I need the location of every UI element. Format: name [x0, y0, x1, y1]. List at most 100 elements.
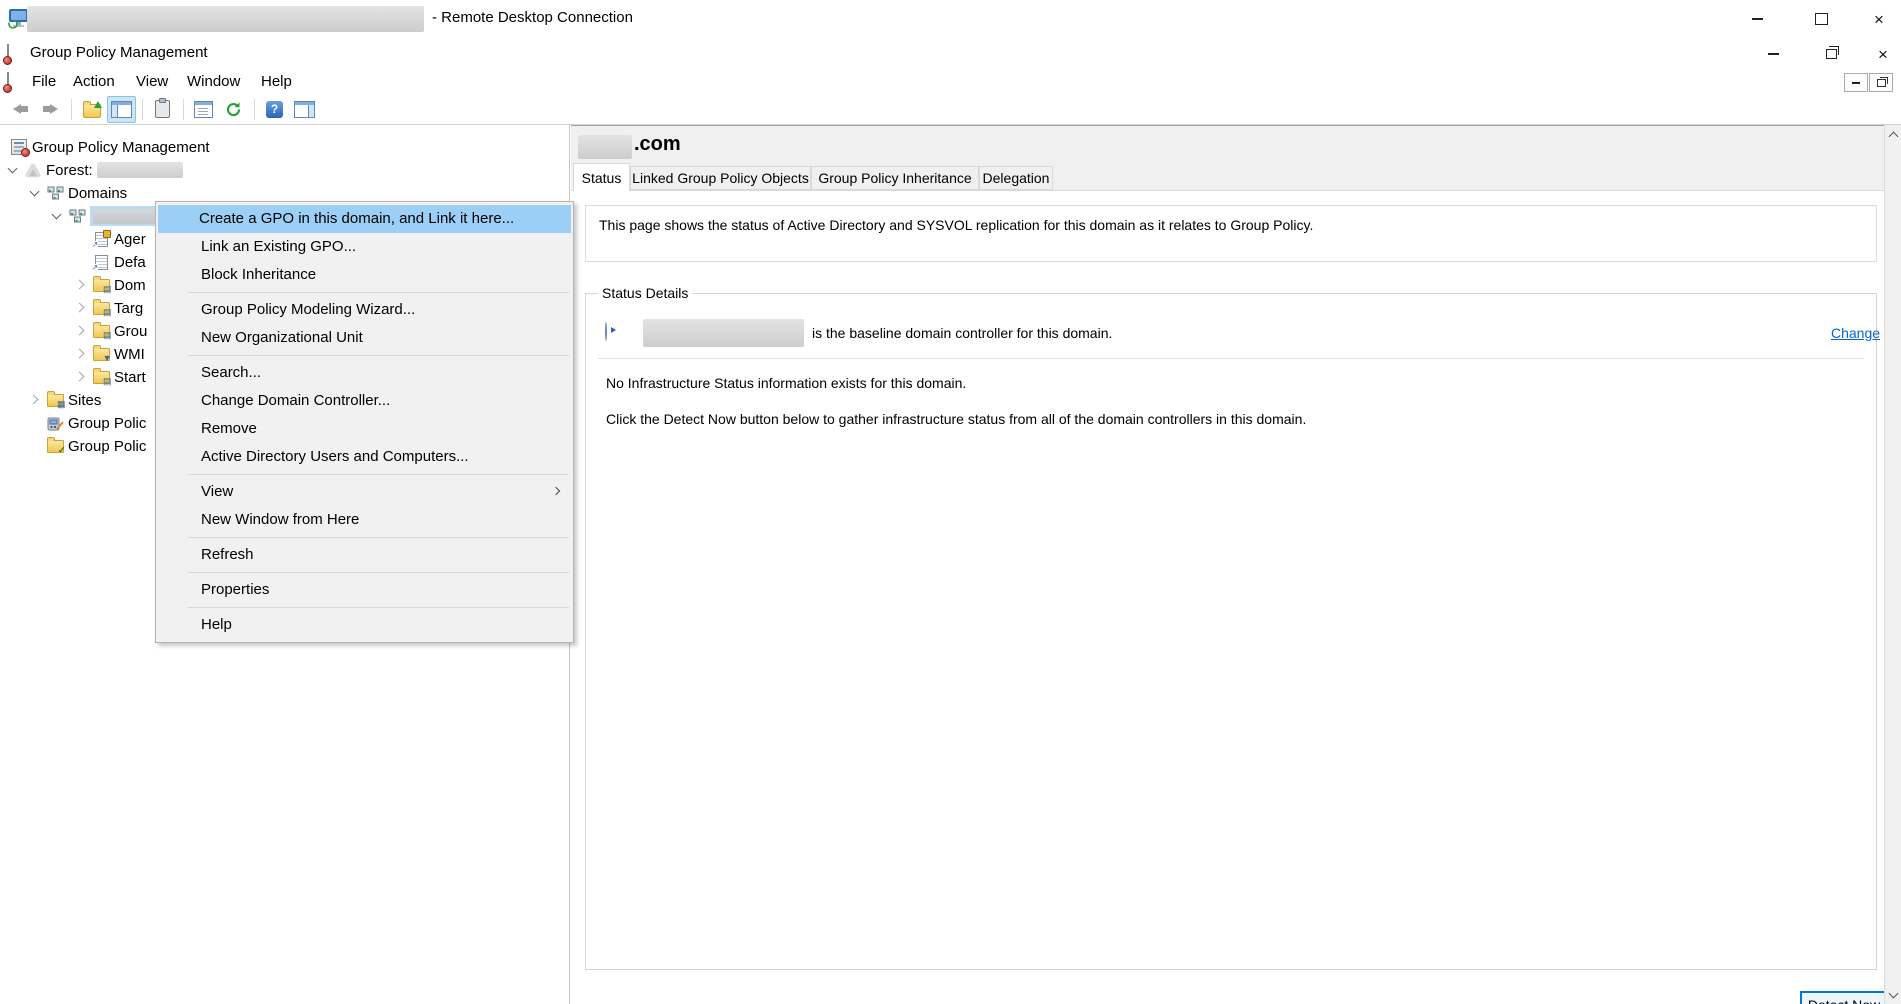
gpo-folder-icon: [92, 321, 112, 340]
toolbar-separator: [183, 98, 184, 120]
tree-item-gpmc-root[interactable]: Group Policy Management: [0, 136, 210, 158]
menu-item-link-existing-gpo[interactable]: Link an Existing GPO...: [158, 233, 571, 261]
remote-desktop-window: - Remote Desktop Connection × Group Poli…: [0, 0, 1901, 1004]
menu-item-gp-modeling-wizard[interactable]: Group Policy Modeling Wizard...: [158, 296, 571, 324]
menu-separator: [188, 292, 569, 293]
collapse-chevron[interactable]: [74, 278, 88, 292]
baseline-dc-text: is the baseline domain controller for th…: [812, 325, 1113, 341]
rdp-close-button[interactable]: ×: [1864, 6, 1894, 32]
menu-item-create-gpo[interactable]: Create a GPO in this domain, and Link it…: [158, 205, 571, 233]
toolbar-separator: [254, 98, 255, 120]
tree-item-label: Forest:: [46, 161, 93, 179]
tree-item-label: Group Polic: [68, 437, 147, 455]
up-one-level-button[interactable]: [77, 96, 106, 123]
collapse-chevron[interactable]: [74, 370, 88, 384]
submenu-arrow-icon: [553, 487, 561, 495]
menu-item-new-window-from-here[interactable]: New Window from Here: [158, 506, 571, 534]
back-button[interactable]: [6, 96, 35, 123]
tree-item-starter-gpos[interactable]: Start: [0, 366, 146, 388]
gpo-link-icon: [91, 254, 110, 272]
refresh-button[interactable]: [219, 96, 248, 123]
tree-item-domains[interactable]: Domains: [0, 182, 127, 204]
app-minimize-button[interactable]: [1758, 41, 1788, 67]
tree-item-ou-2[interactable]: Targ: [0, 297, 143, 319]
rdp-minimize-button[interactable]: [1742, 6, 1772, 32]
change-dc-link[interactable]: Change: [1831, 325, 1880, 341]
scroll-down-button[interactable]: [1885, 986, 1901, 1003]
vertical-scrollbar[interactable]: [1884, 125, 1901, 1004]
tree-item-forest[interactable]: Forest:: [0, 159, 183, 181]
menu-item-refresh[interactable]: Refresh: [158, 541, 571, 569]
toolbar-separator: [71, 98, 72, 120]
status-expand-button[interactable]: [605, 322, 607, 341]
collapse-chevron[interactable]: [74, 301, 88, 315]
tree-item-gpo-container[interactable]: Grou: [0, 320, 147, 342]
gpo-link-lock-icon: [91, 229, 111, 249]
collapse-chevron[interactable]: [74, 347, 88, 361]
tab-delegation[interactable]: Delegation: [979, 166, 1053, 190]
app-restore-button[interactable]: [1816, 41, 1846, 67]
menu-item-ad-users-and-computers[interactable]: Active Directory Users and Computers...: [158, 443, 571, 471]
menu-item-block-inheritance[interactable]: Block Inheritance: [158, 261, 571, 289]
help-button[interactable]: [260, 96, 289, 123]
tree-item-ou-1[interactable]: Dom: [0, 274, 146, 296]
starter-gpo-folder-icon: [92, 367, 112, 386]
tree-item-gpo-link-2[interactable]: Defa: [0, 251, 146, 273]
tree-item-gp-results[interactable]: Group Polic: [0, 435, 146, 457]
expand-chevron[interactable]: [50, 209, 64, 223]
menu-view[interactable]: View: [127, 69, 177, 94]
export-list-button[interactable]: [148, 96, 177, 123]
menu-separator: [188, 355, 569, 356]
menu-item-change-domain-controller[interactable]: Change Domain Controller...: [158, 387, 571, 415]
forward-button[interactable]: [36, 96, 65, 123]
gpmc-icon: [10, 139, 30, 157]
tree-item-label: Group Polic: [68, 414, 147, 432]
maximize-icon: [1814, 13, 1828, 25]
status-details-label: Status Details: [598, 285, 693, 301]
properties-button[interactable]: [189, 96, 218, 123]
child-minimize-button[interactable]: [1844, 73, 1868, 92]
menu-item-view[interactable]: View: [158, 478, 571, 506]
menu-action[interactable]: Action: [64, 69, 124, 94]
minimize-icon: [1852, 81, 1860, 84]
rdp-maximize-button[interactable]: [1806, 6, 1836, 32]
close-icon: ×: [1874, 9, 1884, 29]
menu-item-search[interactable]: Search...: [158, 359, 571, 387]
expand-chevron[interactable]: [28, 186, 42, 200]
show-action-pane-button[interactable]: [290, 96, 319, 123]
forest-name-redacted: [96, 162, 183, 178]
app-close-button[interactable]: ×: [1868, 41, 1898, 67]
tab-status[interactable]: Status: [573, 163, 630, 191]
tab-linked-gpos[interactable]: Linked Group Policy Objects: [630, 166, 811, 190]
menu-item-help[interactable]: Help: [158, 611, 571, 639]
expand-chevron[interactable]: [6, 163, 20, 177]
detect-now-button[interactable]: Detect Now: [1800, 991, 1888, 1004]
tree-item-label: Defa: [114, 253, 146, 271]
tree-item-wmi-filters[interactable]: WMI: [0, 343, 145, 365]
collapse-chevron[interactable]: [28, 393, 42, 407]
minimize-icon: [1751, 18, 1763, 20]
menubar: File Action View Window Help: [0, 69, 1901, 94]
menu-file[interactable]: File: [23, 69, 65, 94]
tab-gp-inheritance[interactable]: Group Policy Inheritance: [811, 166, 979, 190]
collapse-chevron[interactable]: [74, 324, 88, 338]
child-restore-button[interactable]: [1869, 73, 1893, 92]
menu-item-new-organizational-unit[interactable]: New Organizational Unit: [158, 324, 571, 352]
menu-item-properties[interactable]: Properties: [158, 576, 571, 604]
tree-item-label: Start: [114, 368, 146, 386]
menu-item-remove[interactable]: Remove: [158, 415, 571, 443]
tree-item-label: Targ: [114, 299, 144, 317]
scroll-up-button[interactable]: [1885, 126, 1901, 143]
close-icon: ×: [1878, 44, 1888, 64]
menu-window[interactable]: Window: [178, 69, 249, 94]
tree-item-gpo-link-1[interactable]: Ager: [0, 228, 146, 250]
tree-item-gp-modeling[interactable]: Group Polic: [0, 412, 146, 434]
help-icon: [266, 100, 283, 118]
tree-item-label: Ager: [114, 230, 146, 248]
tree-item-domain-selected[interactable]: [0, 205, 162, 227]
tree-item-sites[interactable]: Sites: [0, 389, 101, 411]
gp-results-icon: [46, 436, 65, 455]
sites-folder-icon: [46, 390, 66, 409]
show-console-tree-button[interactable]: [107, 95, 136, 123]
menu-help[interactable]: Help: [252, 69, 301, 94]
